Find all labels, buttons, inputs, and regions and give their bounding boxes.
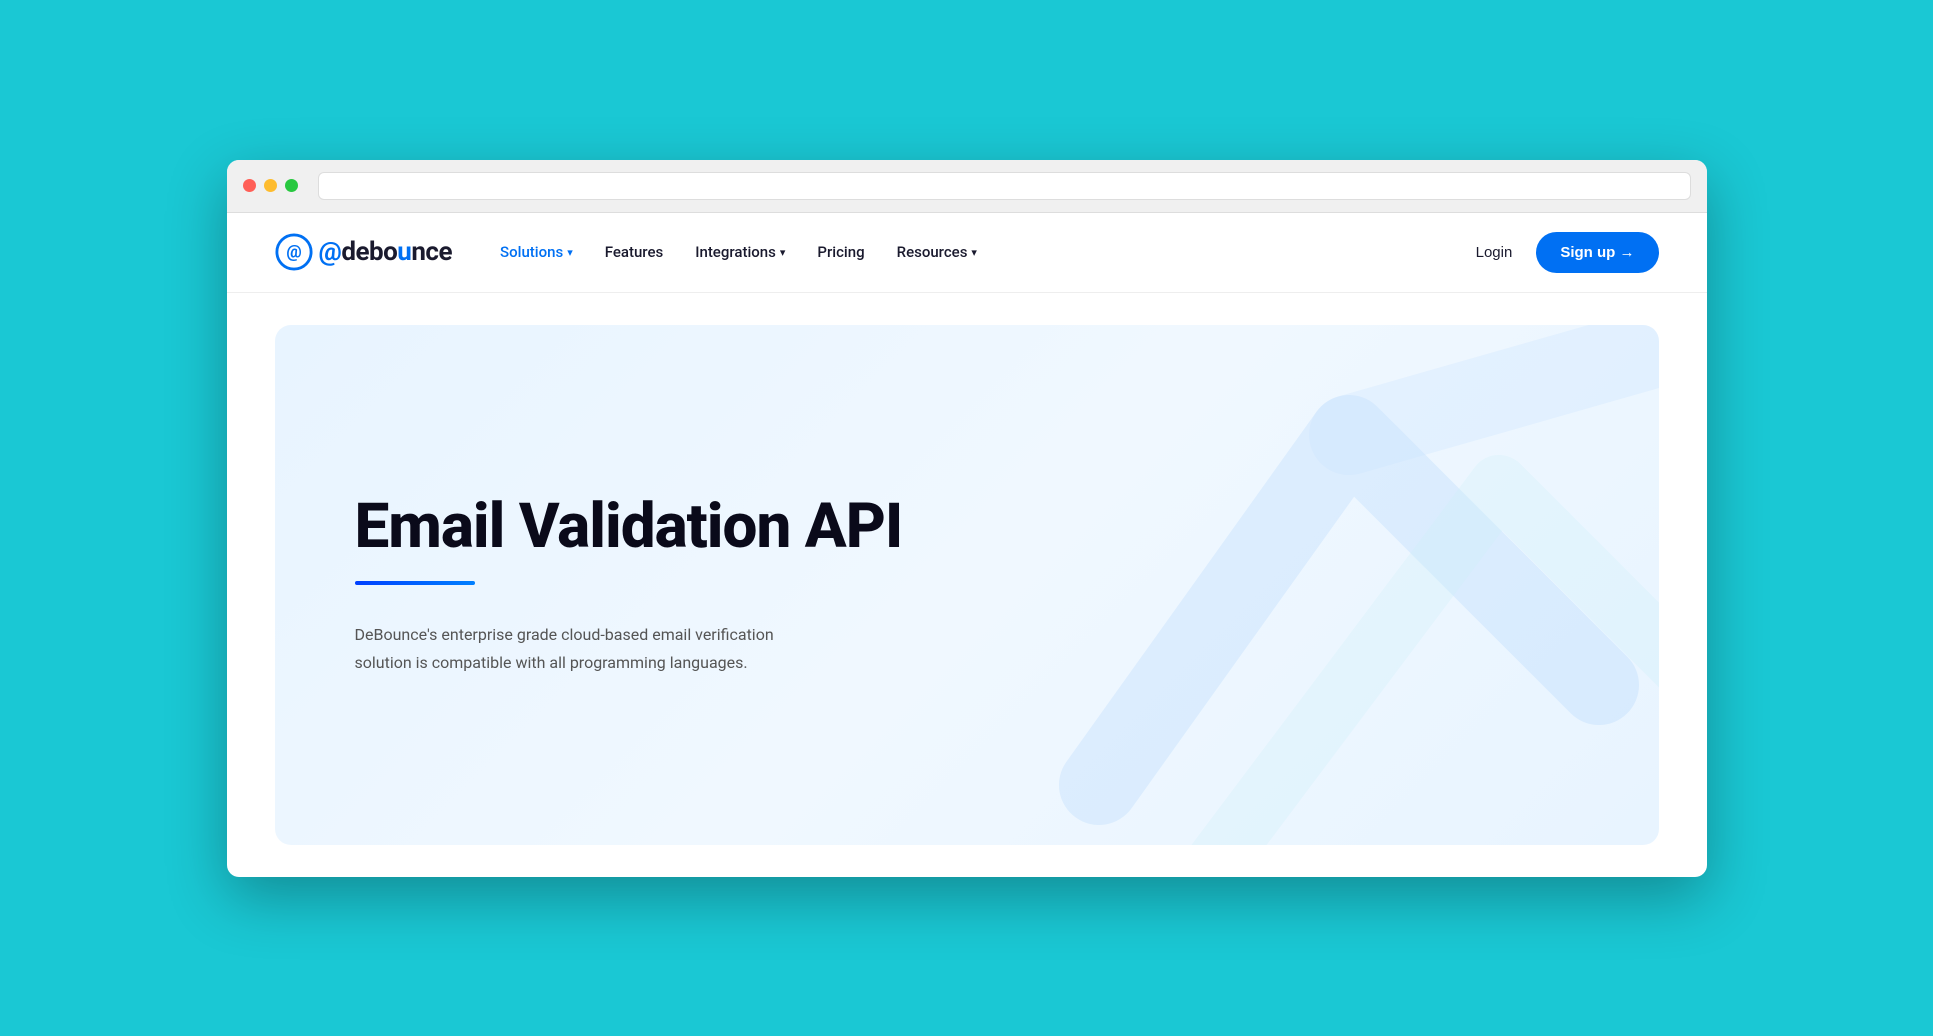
hero-title: Email Validation API <box>355 493 915 561</box>
browser-window: @ @debounce Solutions ▾ Features Integra… <box>227 160 1707 877</box>
login-button[interactable]: Login <box>1476 244 1513 261</box>
hero-content: Email Validation API DeBounce's enterpri… <box>355 493 915 676</box>
chevron-down-icon: ▾ <box>780 246 786 259</box>
traffic-light-yellow[interactable] <box>264 179 277 192</box>
nav-item-resources[interactable]: Resources ▾ <box>897 243 977 261</box>
hero-background-decoration <box>999 325 1659 845</box>
nav-links: Solutions ▾ Features Integrations ▾ Pric… <box>500 243 1476 261</box>
svg-text:@: @ <box>286 243 301 263</box>
hero-description: DeBounce's enterprise grade cloud-based … <box>355 621 835 675</box>
browser-chrome <box>227 160 1707 213</box>
address-bar[interactable] <box>318 172 1691 200</box>
hero-section: Email Validation API DeBounce's enterpri… <box>275 325 1659 845</box>
hero-underline <box>355 581 475 585</box>
chevron-down-icon: ▾ <box>971 246 977 259</box>
nav-item-solutions[interactable]: Solutions ▾ <box>500 243 573 261</box>
traffic-light-red[interactable] <box>243 179 256 192</box>
navbar: @ @debounce Solutions ▾ Features Integra… <box>227 213 1707 293</box>
nav-item-integrations[interactable]: Integrations ▾ <box>695 243 785 261</box>
nav-actions: Login Sign up → <box>1476 232 1659 273</box>
logo[interactable]: @ @debounce <box>275 233 453 271</box>
nav-item-features[interactable]: Features <box>605 243 663 261</box>
signup-button[interactable]: Sign up → <box>1536 232 1658 273</box>
chevron-down-icon: ▾ <box>567 246 573 259</box>
logo-icon: @ <box>275 233 313 271</box>
logo-text: @debounce <box>319 237 453 267</box>
nav-item-pricing[interactable]: Pricing <box>817 243 864 261</box>
traffic-light-green[interactable] <box>285 179 298 192</box>
